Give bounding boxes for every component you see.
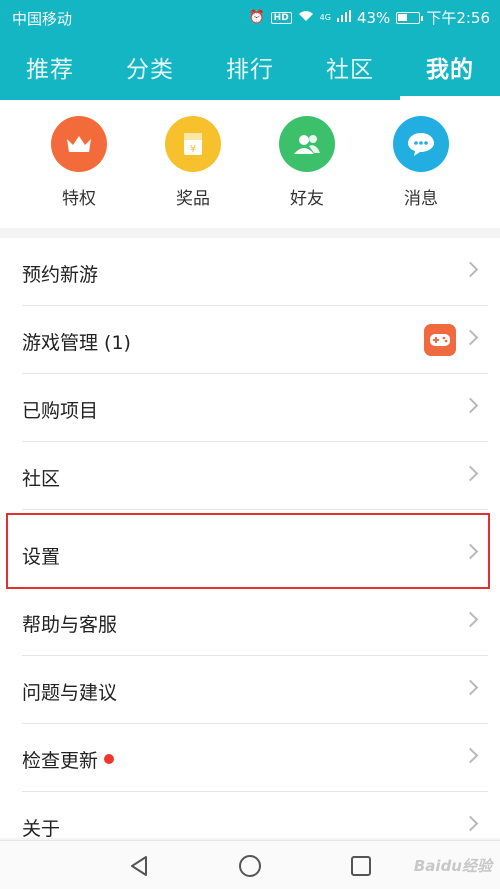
menu-item-label: 社区 xyxy=(22,468,61,490)
quick-messages[interactable]: 消息 xyxy=(381,116,461,209)
hd-icon: HD xyxy=(270,11,292,24)
home-icon[interactable] xyxy=(235,851,265,881)
tab-community[interactable]: 社区 xyxy=(300,50,400,84)
chevron-right-icon xyxy=(462,397,479,414)
menu-item-label: 帮助与客服 xyxy=(22,614,118,636)
chevron-right-icon xyxy=(462,815,479,832)
clock: 下午2:56 xyxy=(426,9,490,27)
menu-item-label: 已购项目 xyxy=(22,400,99,422)
gamepad-icon xyxy=(424,324,456,356)
alarm-icon: ⏰ xyxy=(248,10,265,25)
quick-privilege[interactable]: 特权 xyxy=(39,116,119,209)
menu-item-label: 问题与建议 xyxy=(22,682,118,704)
menu-item-community[interactable]: 社区 xyxy=(0,442,500,510)
menu-item-label: 检查更新 xyxy=(22,750,99,772)
app-header: 中国移动 ⏰ HD 4G 43% 下午2:56 推荐 分类 排行 社区 我的 xyxy=(0,0,500,100)
chevron-right-icon xyxy=(462,465,479,482)
network-type: 4G xyxy=(319,13,331,22)
menu-item-feedback[interactable]: 问题与建议 xyxy=(0,656,500,724)
quick-actions: 特权 ¥ 奖品 好友 消息 xyxy=(0,100,500,228)
battery-percent: 43% xyxy=(356,8,391,27)
friends-icon xyxy=(279,116,335,172)
battery-icon xyxy=(396,11,424,24)
settings-highlight-box xyxy=(6,513,490,589)
status-bar: 中国移动 ⏰ HD 4G 43% 下午2:56 xyxy=(0,0,500,34)
baidu-watermark: Baidu经验 xyxy=(413,857,492,875)
chevron-right-icon xyxy=(462,679,479,696)
tab-ranking[interactable]: 排行 xyxy=(200,50,300,84)
quick-messages-label: 消息 xyxy=(404,189,438,209)
chevron-right-icon xyxy=(462,329,479,346)
signal-icon xyxy=(336,9,351,26)
carrier-name: 中国移动 xyxy=(12,10,73,28)
quick-friends-label: 好友 xyxy=(290,189,324,209)
system-nav-bar: Baidu经验 xyxy=(0,840,500,889)
menu-item-label-wrap: 检查更新 xyxy=(22,746,115,773)
divider xyxy=(22,509,488,510)
update-dot xyxy=(104,754,115,764)
menu-item-label: 预约新游 xyxy=(22,264,99,286)
recents-icon[interactable] xyxy=(346,851,376,881)
menu-item-label: 关于 xyxy=(22,818,61,840)
tab-recommend[interactable]: 推荐 xyxy=(0,50,100,84)
menu-item-check-update[interactable]: 检查更新 xyxy=(0,724,500,792)
gift-icon: ¥ xyxy=(165,116,221,172)
menu-item-game-management[interactable]: 游戏管理 (1) xyxy=(0,306,500,374)
wifi-icon xyxy=(298,10,314,26)
back-icon[interactable] xyxy=(124,851,154,881)
status-icons: ⏰ HD 4G 43% 下午2:56 xyxy=(248,7,490,28)
message-icon xyxy=(393,116,449,172)
menu-item-label: 游戏管理 (1) xyxy=(22,332,131,354)
tab-mine[interactable]: 我的 xyxy=(400,50,500,84)
chevron-right-icon xyxy=(462,611,479,628)
chevron-right-icon xyxy=(462,747,479,764)
menu-item-help[interactable]: 帮助与客服 xyxy=(0,588,500,656)
svg-text:¥: ¥ xyxy=(190,144,196,155)
main-tabs: 推荐 分类 排行 社区 我的 xyxy=(0,36,500,100)
crown-icon xyxy=(51,116,107,172)
quick-privilege-label: 特权 xyxy=(62,189,96,209)
quick-prize[interactable]: ¥ 奖品 xyxy=(153,116,233,209)
quick-friends[interactable]: 好友 xyxy=(267,116,347,209)
chevron-right-icon xyxy=(462,261,479,278)
quick-prize-label: 奖品 xyxy=(176,189,210,209)
menu-item-purchased[interactable]: 已购项目 xyxy=(0,374,500,442)
tab-category[interactable]: 分类 xyxy=(100,50,200,84)
menu-item-reserve-games[interactable]: 预约新游 xyxy=(0,238,500,306)
